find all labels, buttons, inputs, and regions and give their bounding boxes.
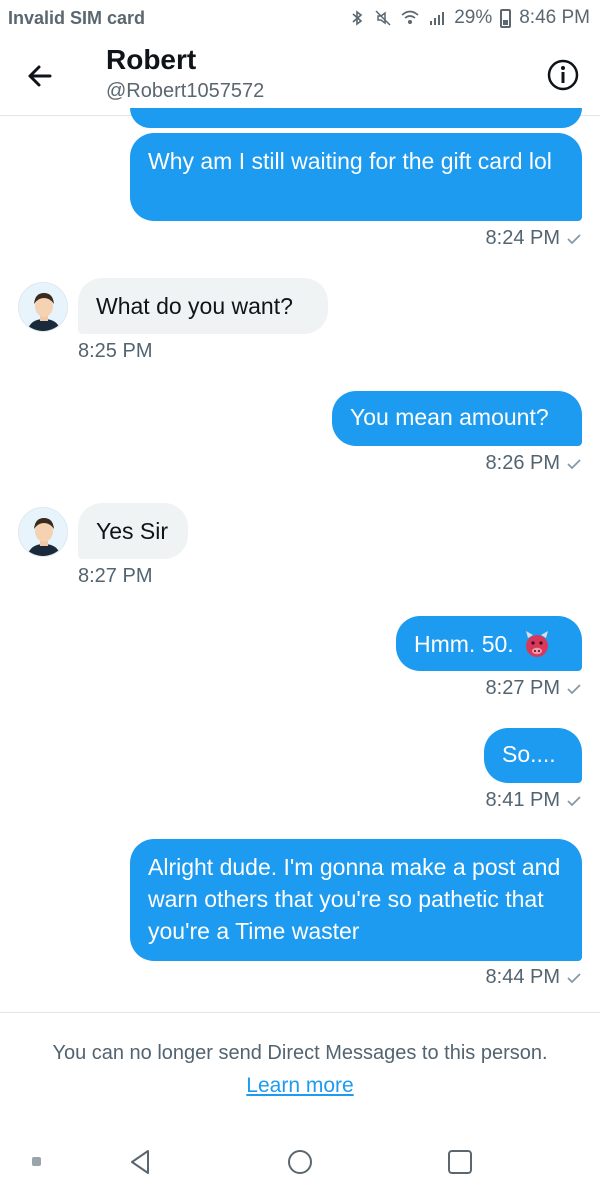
message-timestamp: 8:27 PM	[78, 565, 152, 588]
conversation-header: Robert @Robert1057572	[0, 36, 600, 116]
home-nav-icon[interactable]	[286, 1148, 314, 1176]
timestamp-text: 8:27 PM	[485, 677, 560, 699]
message-text: You mean amount?	[350, 404, 549, 430]
wifi-icon	[401, 10, 419, 24]
dm-disabled-notice: You can no longer send Direct Messages t…	[52, 1042, 548, 1064]
timestamp-text: 8:44 PM	[485, 966, 560, 988]
signal-icon	[430, 12, 445, 25]
divider	[0, 1012, 600, 1013]
message-timestamp: 8:44 PM	[486, 966, 582, 989]
status-bar: Invalid SIM card 29% 8:46 PM	[0, 0, 600, 36]
message-bubble-outgoing[interactable]: You mean amount?	[332, 391, 582, 446]
timestamp-text: 8:24 PM	[485, 227, 560, 249]
status-icons: 29% 8:46 PM	[348, 6, 590, 30]
avatar-image	[19, 283, 67, 331]
mute-icon	[375, 10, 391, 26]
avatar[interactable]	[18, 282, 68, 332]
message-bubble-incoming[interactable]: Yes Sir	[78, 503, 188, 559]
contact-handle: @Robert1057572	[106, 80, 265, 102]
devil-face-emoji-icon	[525, 630, 548, 657]
clock: 8:46 PM	[519, 7, 590, 28]
learn-more-link[interactable]: Learn more	[0, 1074, 600, 1098]
sent-check-icon	[567, 458, 581, 469]
previous-message-bubble	[130, 108, 582, 128]
sent-check-icon	[567, 233, 581, 244]
message-text: So....	[502, 741, 556, 767]
info-icon[interactable]	[546, 58, 580, 92]
avatar[interactable]	[18, 507, 68, 557]
sent-check-icon	[567, 795, 581, 806]
message-text: Yes Sir	[96, 518, 169, 544]
message-timestamp: 8:25 PM	[78, 340, 152, 363]
battery-icon	[500, 8, 512, 28]
timestamp-text: 8:27 PM	[78, 565, 153, 587]
back-arrow-icon[interactable]	[22, 58, 58, 94]
message-bubble-outgoing[interactable]: Alright dude. I'm gonna make a post and …	[130, 839, 582, 961]
avatar-image	[19, 508, 67, 556]
back-nav-icon[interactable]	[126, 1148, 154, 1176]
sent-check-icon	[567, 972, 581, 983]
contact-name[interactable]: Robert	[106, 44, 196, 76]
timestamp-text: 8:25 PM	[78, 340, 153, 362]
sent-check-icon	[567, 683, 581, 694]
message-text: Hmm. 50.	[414, 630, 514, 657]
message-bubble-incoming[interactable]: What do you want?	[78, 278, 328, 334]
carrier-label: Invalid SIM card	[8, 8, 146, 28]
message-bubble-outgoing[interactable]: Hmm. 50.	[396, 616, 582, 671]
message-timestamp: 8:26 PM	[486, 452, 582, 475]
message-timestamp: 8:41 PM	[486, 789, 582, 812]
bluetooth-icon	[352, 10, 363, 26]
message-text: What do you want?	[96, 293, 293, 319]
system-navigation-bar	[0, 1130, 600, 1200]
timestamp-text: 8:41 PM	[485, 789, 560, 811]
battery-percent: 29%	[454, 7, 493, 28]
message-timestamp: 8:27 PM	[486, 677, 582, 700]
message-text: Alright dude. I'm gonna make a post and …	[148, 854, 561, 944]
recents-nav-icon[interactable]	[446, 1148, 474, 1176]
nav-indicator-icon	[32, 1157, 41, 1166]
timestamp-text: 8:26 PM	[485, 452, 560, 474]
message-text: Why am I still waiting for the gift card…	[148, 148, 552, 174]
message-bubble-outgoing[interactable]: Why am I still waiting for the gift card…	[130, 133, 582, 221]
message-bubble-outgoing[interactable]: So....	[484, 728, 582, 783]
message-timestamp: 8:24 PM	[486, 227, 582, 250]
